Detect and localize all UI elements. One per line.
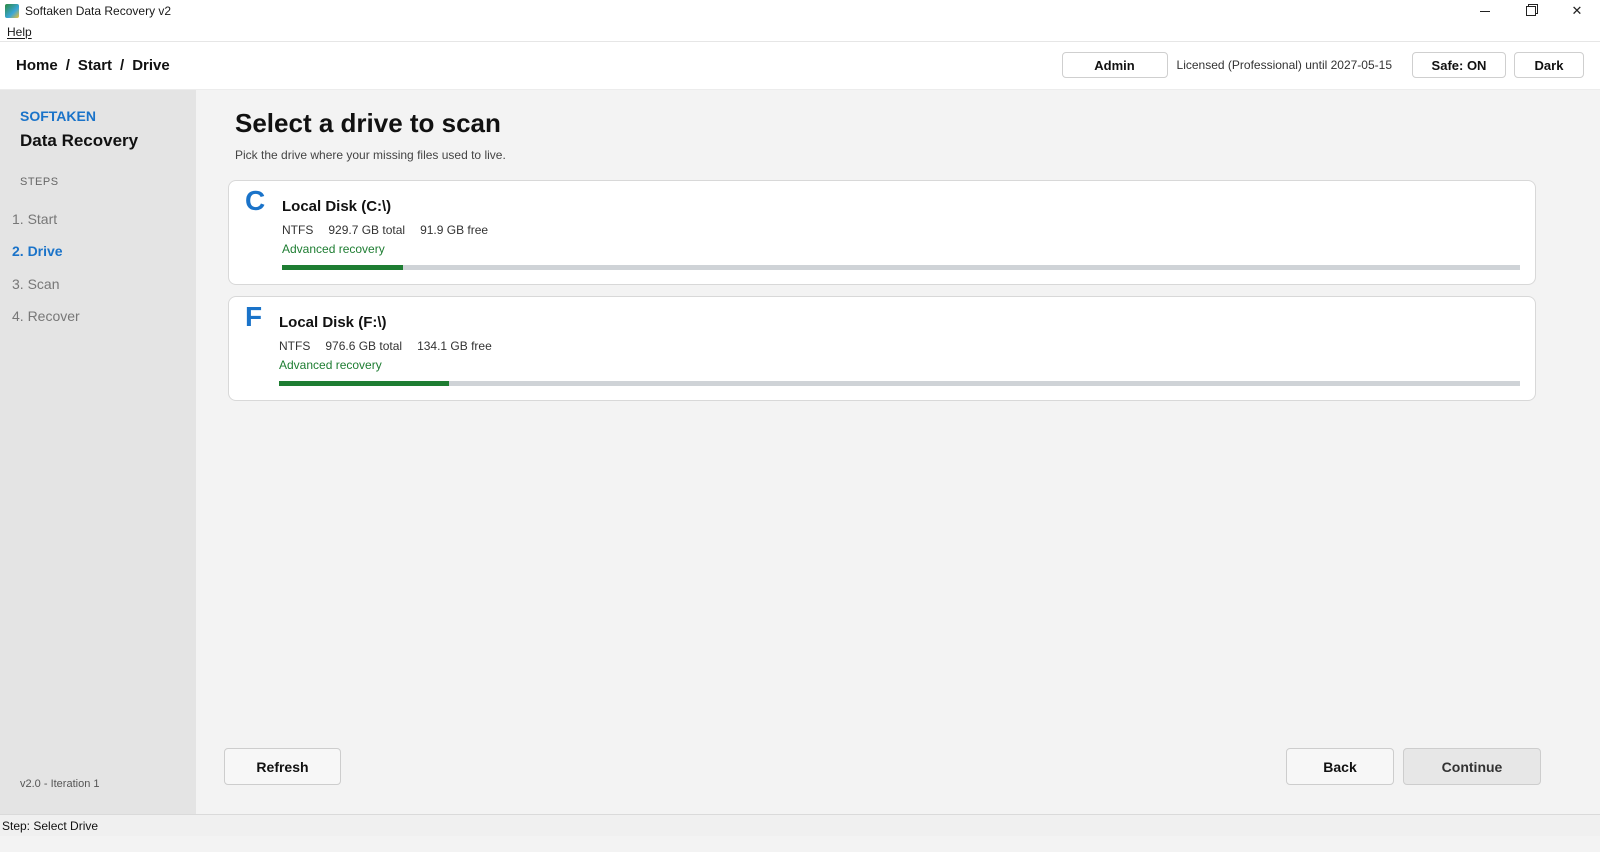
brand-name: SOFTAKEN [20,108,96,124]
drive-card-c[interactable]: C Local Disk (C:\) NTFS 929.7 GB total 9… [228,180,1536,285]
product-name: Data Recovery [20,131,139,150]
drive-recovery-mode: Advanced recovery [279,358,382,372]
sidebar-step-recover[interactable]: 4. Recover [12,308,80,324]
drive-free: 134.1 GB free [417,339,492,353]
breadcrumb-home[interactable]: Home [16,57,58,74]
drive-usage-fill [282,265,404,270]
refresh-button[interactable]: Refresh [224,748,341,785]
header-actions: Admin Licensed (Professional) until 2027… [1061,52,1584,78]
drive-card-f[interactable]: F Local Disk (F:\) NTFS 976.6 GB total 1… [228,296,1536,401]
window-controls: ✕ [1462,0,1600,22]
breadcrumb-separator: / [65,57,70,74]
sidebar-step-drive[interactable]: 2. Drive [12,243,63,259]
sidebar-step-scan[interactable]: 3. Scan [12,276,59,292]
window-title: Softaken Data Recovery v2 [25,4,172,18]
back-button[interactable]: Back [1286,748,1394,785]
status-bar: Step: Select Drive [0,814,1600,836]
title-bar: Softaken Data Recovery v2 ✕ [0,0,1600,22]
drive-usage-fill [279,381,450,386]
menu-bar: Help [0,22,1600,42]
admin-button[interactable]: Admin [1061,52,1168,78]
drive-total: 976.6 GB total [325,339,403,353]
license-status: Licensed (Professional) until 2027-05-15 [1176,58,1392,72]
app-header: Home / Start / Drive Admin Licensed (Pro… [0,42,1600,90]
theme-toggle-button[interactable]: Dark [1514,52,1584,78]
drive-filesystem: NTFS [282,223,314,237]
drive-letter-icon: C [245,185,266,216]
drive-usage-bar [279,381,1520,386]
app-icon [5,4,19,18]
breadcrumb-drive: Drive [132,57,170,74]
page-subtitle: Pick the drive where your missing files … [235,148,506,162]
drive-filesystem: NTFS [279,339,311,353]
drive-name: Local Disk (C:\) [282,198,392,215]
status-text: Step: Select Drive [2,818,99,833]
drive-total: 929.7 GB total [328,223,406,237]
steps-heading: STEPS [20,176,59,188]
page-title: Select a drive to scan [235,108,501,138]
drive-letter-icon: F [245,301,263,332]
drive-usage-bar [282,265,1520,270]
drive-recovery-mode: Advanced recovery [282,242,385,256]
drive-name: Local Disk (F:\) [279,314,387,331]
safe-mode-button[interactable]: Safe: ON [1412,52,1506,78]
drive-meta: NTFS 976.6 GB total 134.1 GB free [279,339,507,353]
sidebar-step-start[interactable]: 1. Start [12,211,57,227]
menu-help[interactable]: Help [7,25,32,39]
drive-free: 91.9 GB free [420,223,489,237]
restore-icon[interactable] [1508,0,1554,22]
breadcrumb-separator: / [120,57,125,74]
continue-button[interactable]: Continue [1403,748,1541,785]
version-label: v2.0 - Iteration 1 [20,778,100,790]
breadcrumb-start[interactable]: Start [78,57,112,74]
drive-meta: NTFS 929.7 GB total 91.9 GB free [282,223,503,237]
sidebar: SOFTAKEN Data Recovery STEPS 1. Start 2.… [0,90,196,814]
breadcrumb: Home / Start / Drive [16,57,170,74]
main-content: Select a drive to scan Pick the drive wh… [196,90,1600,814]
minimize-icon[interactable] [1462,0,1508,22]
close-icon[interactable]: ✕ [1554,0,1600,22]
